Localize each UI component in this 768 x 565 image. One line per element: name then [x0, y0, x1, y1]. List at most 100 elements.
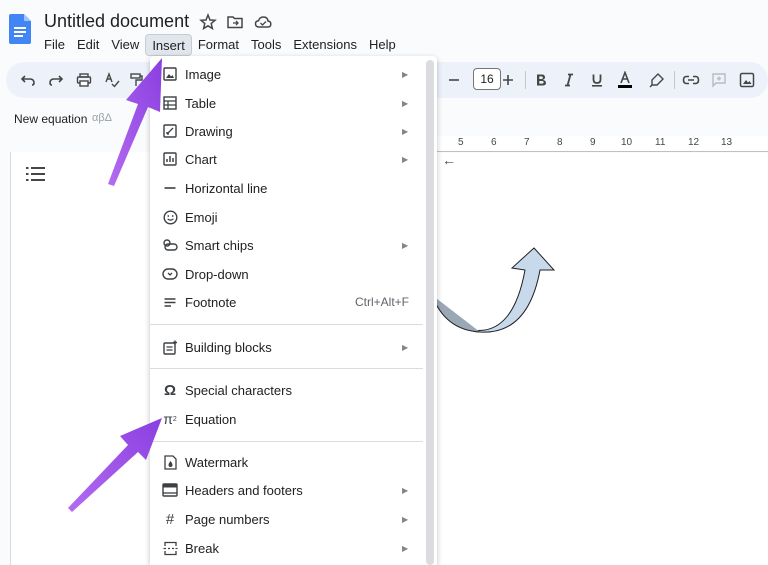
menu-divider	[150, 368, 423, 369]
menu-bar: File Edit View Insert Format Tools Exten…	[38, 34, 402, 56]
footnote-icon	[161, 293, 179, 311]
insert-menu-item-drawing[interactable]: Drawing ▶	[150, 117, 420, 145]
insert-menu-item-headers-and-footers[interactable]: Headers and footers ▶	[150, 476, 420, 504]
insert-menu-item-smart-chips[interactable]: Smart chips ▶	[150, 231, 420, 259]
paint-format-icon[interactable]	[126, 70, 146, 90]
ruler-number: 8	[557, 137, 563, 148]
page-left-edge	[10, 152, 150, 565]
insert-menu-item-table[interactable]: Table ▶	[150, 89, 420, 117]
insert-menu-item-horizontal-line[interactable]: Horizontal line	[150, 174, 420, 202]
menu-item-label: Page numbers	[185, 511, 270, 527]
docs-logo-icon[interactable]	[9, 14, 31, 44]
ruler-number: 6	[491, 137, 497, 148]
insert-menu-item-emoji[interactable]: Emoji	[150, 203, 420, 231]
menu-item-label: Building blocks	[185, 339, 272, 355]
text-color-icon[interactable]	[615, 70, 635, 90]
emoji-icon	[161, 208, 179, 226]
submenu-arrow-icon: ▶	[402, 485, 409, 495]
document-outline-icon[interactable]	[26, 166, 46, 182]
submenu-arrow-icon: ▶	[402, 514, 409, 524]
menu-edit[interactable]: Edit	[71, 34, 105, 56]
insert-menu-item-drop-down[interactable]: Drop-down	[150, 260, 420, 288]
menu-tools[interactable]: Tools	[245, 34, 287, 56]
menu-item-label: Break	[185, 540, 219, 556]
menu-help[interactable]: Help	[363, 34, 402, 56]
move-folder-icon[interactable]	[226, 13, 244, 31]
submenu-arrow-icon: ▶	[402, 342, 409, 352]
insert-menu-item-special-characters[interactable]: Ω Special characters	[150, 376, 420, 404]
menu-item-label: Special characters	[185, 382, 292, 398]
insert-link-icon[interactable]	[681, 70, 701, 90]
menu-item-label: Equation	[185, 411, 237, 427]
break-icon	[161, 539, 179, 557]
document-page[interactable]	[436, 153, 768, 565]
menu-view[interactable]: View	[105, 34, 145, 56]
indent-marker-icon[interactable]: ←	[442, 152, 456, 168]
chart-icon	[161, 150, 179, 168]
ruler-number: 9	[590, 137, 596, 148]
submenu-arrow-icon: ▶	[402, 543, 409, 553]
insert-menu-item-building-blocks[interactable]: Building blocks ▶	[150, 333, 420, 361]
horizontal-ruler[interactable]: 5 6 7 8 9 10 11 12 13	[436, 136, 768, 152]
insert-image-icon[interactable]	[737, 70, 757, 90]
menu-item-label: Table	[185, 95, 217, 111]
menu-file[interactable]: File	[38, 34, 71, 56]
insert-menu-item-watermark[interactable]: Watermark	[150, 448, 420, 476]
menu-item-label: Footnote	[185, 294, 237, 310]
menu-item-label: Emoji	[185, 209, 218, 225]
menu-item-label: Drawing	[185, 123, 233, 139]
submenu-arrow-icon: ▶	[402, 240, 409, 250]
greek-letters-dropdown[interactable]: αβΔ	[92, 112, 112, 124]
insert-menu-item-break[interactable]: Break ▶	[150, 534, 420, 562]
italic-icon[interactable]	[559, 70, 579, 90]
insert-menu-item-equation[interactable]: π2 Equation	[150, 405, 420, 433]
insert-menu-item-footnote[interactable]: Footnote Ctrl+Alt+F	[150, 288, 420, 316]
spellcheck-icon[interactable]	[102, 70, 122, 90]
menu-format[interactable]: Format	[192, 34, 245, 56]
headers-footers-icon	[161, 481, 179, 499]
menu-item-label: Horizontal line	[185, 180, 268, 196]
watermark-icon	[161, 453, 179, 471]
bold-icon[interactable]	[531, 70, 551, 90]
ruler-number: 5	[458, 137, 464, 148]
menu-extensions[interactable]: Extensions	[287, 34, 363, 56]
curved-arrow-drawing[interactable]	[430, 240, 570, 340]
decrease-font-size-icon[interactable]	[444, 70, 464, 90]
title-bar: Untitled document File Edit View Insert …	[0, 0, 768, 62]
menu-scrollbar[interactable]	[426, 60, 434, 565]
star-icon[interactable]	[199, 13, 217, 31]
ruler-number: 11	[655, 137, 666, 148]
redo-icon[interactable]	[46, 70, 66, 90]
horizontal-line-icon	[161, 179, 179, 197]
toolbar-divider	[674, 71, 675, 89]
document-title[interactable]: Untitled document	[44, 11, 189, 32]
cloud-saved-icon[interactable]	[254, 13, 272, 31]
image-icon	[161, 65, 179, 83]
pi-icon: π2	[163, 411, 177, 427]
submenu-arrow-icon: ▶	[402, 98, 409, 108]
new-equation-button[interactable]: New equation	[14, 112, 87, 126]
underline-icon[interactable]	[587, 70, 607, 90]
smart-chips-icon	[161, 236, 179, 254]
font-size-input[interactable]: 16	[473, 68, 501, 90]
add-comment-icon[interactable]	[709, 70, 729, 90]
building-blocks-icon	[161, 338, 179, 356]
submenu-arrow-icon: ▶	[402, 126, 409, 136]
undo-icon[interactable]	[18, 70, 38, 90]
highlight-color-icon[interactable]	[647, 70, 667, 90]
submenu-arrow-icon: ▶	[402, 69, 409, 79]
menu-item-label: Chart	[185, 151, 217, 167]
ruler-number: 13	[721, 137, 733, 148]
insert-menu-item-page-numbers[interactable]: # Page numbers ▶	[150, 505, 420, 533]
ruler-number: 12	[688, 137, 700, 148]
increase-font-size-icon[interactable]	[498, 70, 518, 90]
print-icon[interactable]	[74, 70, 94, 90]
keyboard-shortcut: Ctrl+Alt+F	[354, 295, 409, 309]
menu-item-label: Watermark	[185, 454, 249, 470]
dropdown-icon	[161, 265, 179, 283]
menu-item-label: Headers and footers	[185, 482, 303, 498]
menu-insert[interactable]: Insert	[145, 34, 192, 56]
submenu-arrow-icon: ▶	[402, 154, 409, 164]
insert-menu-item-chart[interactable]: Chart ▶	[150, 145, 420, 173]
insert-menu-item-image[interactable]: Image ▶	[150, 60, 420, 88]
